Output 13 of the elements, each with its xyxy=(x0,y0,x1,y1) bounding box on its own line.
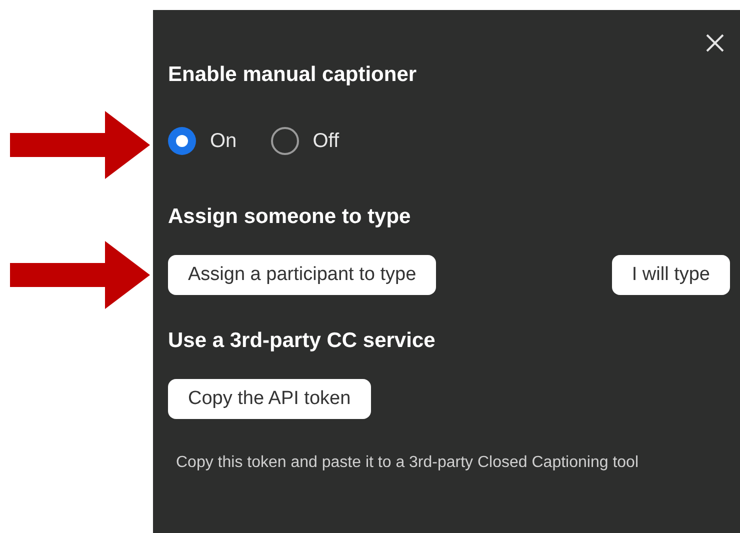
section-heading: Use a 3rd-party CC service xyxy=(168,328,436,354)
section-heading: Enable manual captioner xyxy=(168,62,418,88)
service-note: Copy this token and paste it to a 3rd-party Closed Captioning tool xyxy=(175,453,640,473)
assign-button[interactable]: Assign a participant to type xyxy=(168,255,436,295)
assign-button[interactable]: I will type xyxy=(612,255,730,295)
copy-token-button[interactable]: Copy the API token xyxy=(168,379,371,419)
close-button[interactable] xyxy=(704,32,726,54)
arrow-annotation-icon xyxy=(10,241,150,309)
radio-option[interactable]: Off xyxy=(270,126,339,156)
radio-option[interactable]: On xyxy=(168,126,237,156)
arrow-annotation-icon xyxy=(10,111,150,179)
close-icon xyxy=(705,33,725,53)
section-heading: Assign someone to type xyxy=(168,204,412,230)
